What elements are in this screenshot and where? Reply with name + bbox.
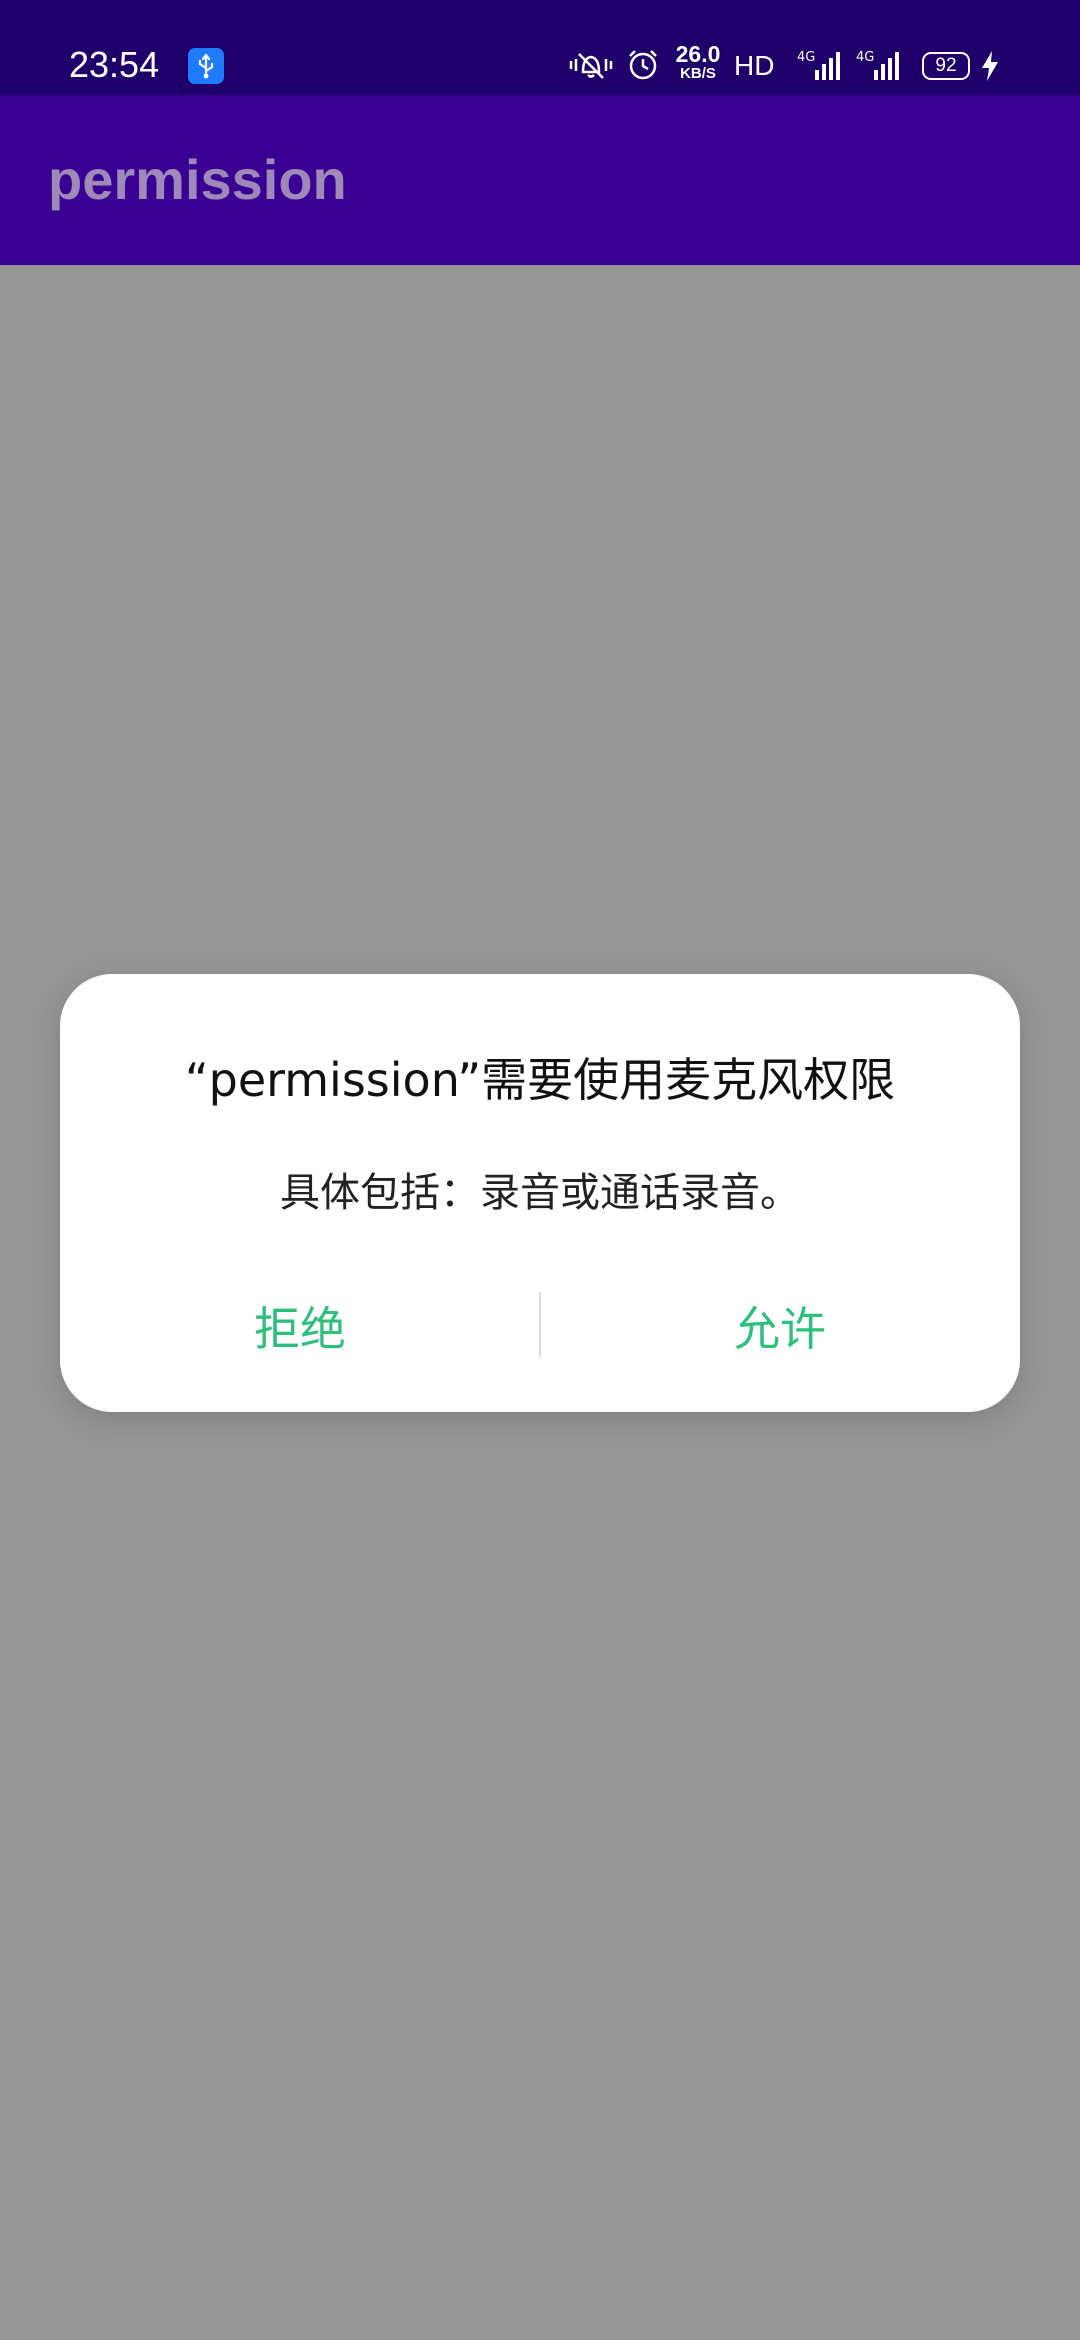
app-title: permission [48, 148, 347, 211]
usb-icon [188, 48, 224, 84]
svg-text:4G: 4G [856, 50, 874, 65]
network-speed: 26.0 KB/S [675, 41, 721, 82]
app-bar: permission [0, 95, 1080, 265]
dialog-message: 具体包括：录音或通话录音。 [280, 1170, 800, 1216]
battery-icon: 92 [922, 52, 970, 80]
charging-icon [980, 50, 1000, 82]
status-bar: 23:54 26.0 KB/S HD 4G 4G 92 [0, 0, 1080, 95]
signal-4g-icon: 4G [797, 48, 843, 82]
permission-dialog: “permission”需要使用麦克风权限 具体包括：录音或通话录音。 拒绝 允… [60, 974, 1020, 1412]
alarm-icon [626, 48, 660, 82]
vibrate-icon [567, 48, 615, 82]
deny-button[interactable]: 拒绝 [60, 1274, 540, 1384]
hd-label: HD [734, 50, 775, 81]
svg-text:4G: 4G [797, 50, 815, 65]
allow-button[interactable]: 允许 [540, 1274, 1020, 1384]
status-time: 23:54 [69, 44, 160, 85]
dialog-title: “permission”需要使用麦克风权限 [184, 1053, 896, 1107]
signal-4g-icon: 4G [856, 48, 902, 82]
